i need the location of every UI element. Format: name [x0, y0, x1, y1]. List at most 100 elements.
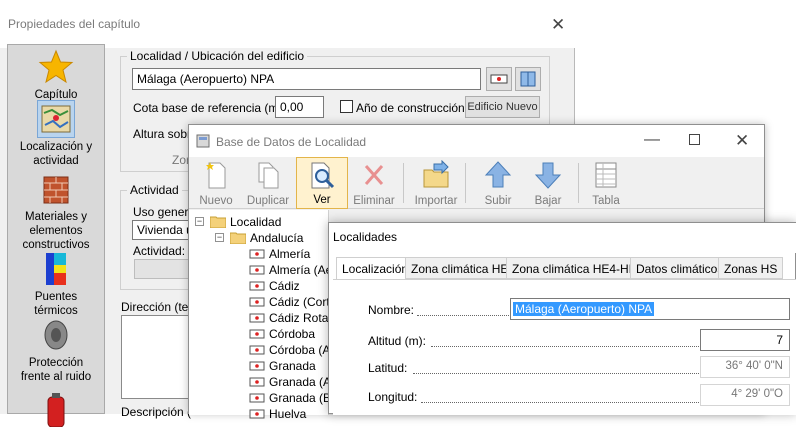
tree-label: Almería (Aer: [269, 263, 337, 277]
close-icon[interactable]: ✕: [551, 16, 565, 33]
tree-label: Granada: [269, 359, 316, 373]
sidebar-item-puentes[interactable]: Puentes térmicos: [8, 251, 104, 318]
location-marker-icon: [249, 409, 265, 419]
map-icon: [37, 100, 75, 138]
window-app-icon: [196, 134, 210, 148]
arrow-up-icon: [484, 161, 512, 188]
location-marker-icon: [249, 281, 265, 291]
location-marker-icon: [249, 345, 265, 355]
direccion-textarea[interactable]: [121, 315, 196, 399]
close-icon[interactable]: ✕: [735, 132, 749, 149]
actividad-label: Actividad:: [133, 244, 186, 258]
location-database-button[interactable]: [515, 67, 541, 91]
sidebar-item-capitulo[interactable]: Capítulo: [8, 49, 104, 102]
tree-label: Cádiz: [269, 279, 300, 293]
sidebar-item-label: Materiales y elementos constructivos: [22, 211, 90, 251]
toolbar-label: Nuevo: [199, 195, 233, 207]
toolbar-label: Importar: [414, 195, 458, 207]
thermal-bridge-icon: [46, 253, 66, 285]
nombre-input[interactable]: Málaga (Aeropuerto) NPA: [510, 298, 790, 320]
collapse-icon[interactable]: −: [215, 233, 224, 242]
window-title: Base de Datos de Localidad: [216, 135, 367, 149]
tree-label: Andalucía: [250, 231, 304, 245]
latitud-value: 36° 40' 0"N: [700, 356, 790, 378]
year-label: Año de construcción:: [356, 101, 469, 115]
tree-label: Córdoba (Ae: [269, 343, 338, 357]
tab-zona-he4-he5[interactable]: Zona climática HE4-HE5: [506, 257, 650, 279]
fire-extinguisher-icon: [47, 393, 65, 427]
window-title: Propiedades del capítulo: [8, 17, 141, 31]
sidebar-item-ruido[interactable]: Protección frente al ruido: [8, 317, 104, 384]
tree-label: Cádiz (Corta: [269, 295, 337, 309]
new-document-icon: [206, 162, 226, 189]
pick-location-button[interactable]: [486, 67, 512, 91]
collapse-icon[interactable]: −: [195, 217, 204, 226]
sidebar-item-materiales[interactable]: Materiales y elementos constructivos: [8, 171, 104, 252]
location-marker-icon: [249, 313, 265, 323]
tree-label: Córdoba: [269, 327, 316, 341]
arrow-down-icon: [534, 162, 562, 189]
year-checkbox[interactable]: [340, 100, 353, 113]
cota-input[interactable]: 0,00: [275, 96, 324, 118]
leader-dots: [431, 346, 699, 347]
sidebar-item-localizacion[interactable]: Localización y actividad: [8, 100, 104, 168]
title-bar: Base de Datos de Localidad — ✕: [189, 125, 764, 157]
tab-zonas-hs[interactable]: Zonas HS: [718, 257, 784, 279]
toolbar-tabla-button[interactable]: Tabla: [580, 157, 632, 209]
location-marker-icon: [249, 329, 265, 339]
folder-icon: [210, 216, 226, 228]
toolbar-label: Eliminar: [353, 195, 395, 207]
altura-label: Altura sobr: [133, 127, 192, 141]
location-marker-icon: [249, 361, 265, 371]
altitud-label: Altitud (m):: [368, 334, 427, 348]
latitud-label: Latitud:: [368, 361, 408, 375]
maximize-icon[interactable]: [689, 134, 700, 145]
location-marker-icon: [249, 297, 265, 307]
location-field[interactable]: Málaga (Aeropuerto) NPA: [132, 68, 481, 90]
star-icon: [38, 49, 74, 84]
toolbar-nuevo-button[interactable]: Nuevo: [190, 157, 242, 209]
toolbar-importar-button[interactable]: Importar: [410, 157, 462, 209]
import-folder-icon: [423, 160, 449, 188]
location-marker-icon: [249, 393, 265, 403]
tab-zona-he1[interactable]: Zona climática HE1: [405, 257, 522, 279]
toolbar-ver-button[interactable]: Ver: [296, 157, 348, 209]
folder-icon: [230, 232, 246, 244]
toolbar-bajar-button[interactable]: Bajar: [522, 157, 574, 209]
nombre-value-selected: Málaga (Aeropuerto) NPA: [513, 302, 655, 316]
tab-panel-localizacion: Nombre: Málaga (Aeropuerto) NPA Altitud …: [333, 279, 796, 415]
new-building-button[interactable]: Edificio Nuevo: [465, 96, 540, 118]
altitud-input[interactable]: 7: [700, 329, 790, 351]
tab-datos-climaticos[interactable]: Datos climáticos: [630, 257, 730, 279]
toolbar-separator: [465, 163, 466, 203]
sidebar-item-more[interactable]: [8, 391, 104, 430]
toolbar-label: Tabla: [592, 195, 620, 207]
minimize-icon[interactable]: —: [644, 131, 660, 149]
descripcion-label: Descripción (: [121, 405, 192, 419]
toolbar-separator: [578, 163, 579, 203]
tree-label: Cádiz Rota (: [269, 311, 336, 325]
cota-label: Cota base de referencia (m):: [133, 101, 286, 115]
location-tree: − Localidad − Andalucía Almería Almería …: [189, 210, 338, 421]
toolbar-subir-button[interactable]: Subir: [472, 157, 524, 209]
toolbar-duplicar-button[interactable]: Duplicar: [242, 157, 294, 209]
speaker-icon: [44, 320, 68, 350]
sidebar-item-label: Puentes térmicos: [34, 291, 78, 317]
direccion-label: Dirección (tex: [121, 300, 195, 314]
title-bar: Propiedades del capítulo ✕: [0, 0, 575, 48]
nombre-label: Nombre:: [368, 303, 415, 317]
uso-label: Uso genera: [133, 205, 196, 219]
tree-label: Almería: [269, 247, 311, 261]
tree-label: Localidad: [230, 215, 282, 229]
longitud-label: Longitud:: [368, 390, 418, 404]
tree-label: Huelva: [269, 407, 307, 421]
location-marker-icon: [249, 249, 265, 259]
toolbar-eliminar-button[interactable]: Eliminar: [348, 157, 400, 209]
location-marker-icon: [249, 377, 265, 387]
location-group-legend: Localidad / Ubicación del edificio: [127, 49, 308, 63]
longitud-value: 4° 29' 0"O: [700, 384, 790, 406]
tab-localizacion[interactable]: Localización: [336, 257, 415, 280]
sidebar: Capítulo Localización y actividad Materi…: [7, 44, 105, 427]
duplicate-icon: [258, 162, 279, 189]
actividad-select[interactable]: [134, 259, 194, 279]
